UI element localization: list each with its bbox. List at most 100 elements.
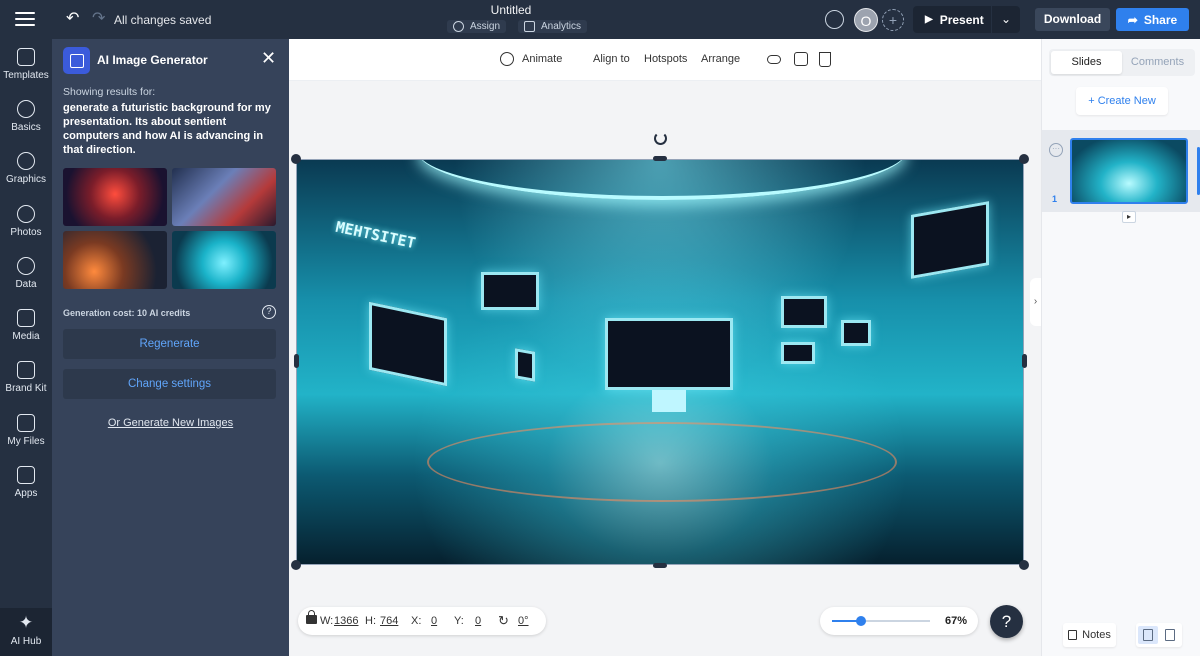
generate-new-images-link[interactable]: Or Generate New Images (52, 417, 289, 429)
analytics-button[interactable]: Analytics (518, 20, 588, 33)
help-icon[interactable]: ? (262, 305, 276, 319)
rotation-icon: ↻ (498, 613, 509, 628)
add-collaborator-icon[interactable]: + (882, 9, 904, 31)
rail-item-my-files[interactable]: My Files (0, 414, 52, 447)
monitor-left-small (515, 348, 535, 382)
animate-button[interactable]: Animate (522, 53, 562, 65)
assign-label: Assign (470, 21, 501, 32)
help-button[interactable]: ? (990, 605, 1023, 638)
rail-label: Apps (14, 488, 38, 499)
regenerate-button[interactable]: Regenerate (63, 329, 276, 359)
resize-handle-bottom-left[interactable] (291, 560, 301, 570)
panel-title: AI Image Generator (97, 53, 208, 67)
wall-text: MEHTSITET (334, 217, 418, 253)
x-field[interactable]: 0 (431, 615, 437, 627)
data-icon (17, 257, 35, 275)
slide-list-item[interactable]: ··· 1 (1042, 130, 1200, 212)
tab-slides[interactable]: Slides (1051, 51, 1122, 74)
rotation-field[interactable]: 0° (518, 615, 529, 627)
rotate-icon[interactable] (654, 132, 667, 145)
result-thumbnail[interactable] (63, 231, 167, 289)
slide-thumbnail[interactable] (1070, 138, 1188, 204)
rail-item-basics[interactable]: Basics (0, 100, 52, 133)
animate-icon (500, 52, 514, 66)
rail-item-apps[interactable]: Apps (0, 466, 52, 499)
document-links: Assign Analytics (447, 20, 588, 33)
y-field[interactable]: 0 (475, 615, 481, 627)
present-button[interactable]: ▶ Present (913, 6, 991, 33)
height-field[interactable]: 764 (380, 615, 398, 627)
align-to-button[interactable]: Align to (593, 53, 630, 65)
resize-handle-top-left[interactable] (291, 154, 301, 164)
rail-label: AI Hub (10, 636, 42, 647)
assign-button[interactable]: Assign (447, 20, 507, 33)
lock-icon[interactable] (306, 610, 317, 624)
present-label: Present (939, 12, 984, 27)
rail-item-graphics[interactable]: Graphics (0, 152, 52, 185)
play-icon: ▶ (925, 14, 933, 25)
rail-item-ai-hub[interactable]: ✦ AI Hub (0, 608, 52, 656)
assign-icon (453, 21, 464, 32)
create-new-slide-button[interactable]: + Create New (1076, 87, 1168, 115)
rail-item-brand-kit[interactable]: Brand Kit (0, 361, 52, 394)
left-rail: Templates Basics Graphics Photos Data Me… (0, 39, 52, 656)
arrange-button[interactable]: Arrange (701, 53, 740, 65)
zoom-slider-knob[interactable] (856, 616, 866, 626)
comment-icon[interactable] (825, 10, 844, 29)
resize-handle-right[interactable] (1022, 354, 1027, 368)
width-field[interactable]: 1366 (334, 615, 358, 627)
rail-label: Photos (10, 227, 42, 238)
share-button[interactable]: ➦ Share (1116, 8, 1189, 31)
transition-icon[interactable]: ▸ (1122, 211, 1136, 223)
notes-button[interactable]: Notes (1063, 623, 1116, 647)
hotspots-button[interactable]: Hotspots (644, 53, 687, 65)
rail-label: Basics (11, 122, 41, 133)
y-label: Y: (454, 615, 464, 627)
share-arrow-icon: ➦ (1127, 12, 1138, 27)
resize-handle-left[interactable] (294, 354, 299, 368)
resize-handle-bottom-right[interactable] (1019, 560, 1029, 570)
showing-results-label: Showing results for: (63, 86, 156, 98)
chevron-down-icon[interactable]: ⌄ (992, 6, 1020, 33)
slide-options-icon[interactable]: ··· (1049, 143, 1063, 157)
trash-icon[interactable] (819, 52, 831, 67)
rail-item-photos[interactable]: Photos (0, 205, 52, 238)
rail-label: Graphics (5, 174, 46, 185)
floor-ring (427, 422, 897, 502)
rail-item-data[interactable]: Data (0, 257, 52, 290)
result-thumbnail[interactable] (172, 231, 276, 289)
download-button[interactable]: Download (1035, 8, 1110, 31)
slides-panel: Slides Comments + Create New ··· 1 ▸ Not… (1041, 39, 1200, 656)
ai-image-generator-panel: AI Image Generator ✕ Showing results for… (52, 39, 289, 656)
top-bar: ↶ ↷ All changes saved Untitled Assign An… (0, 0, 1200, 39)
share-label: Share (1143, 12, 1178, 27)
result-thumbnail[interactable] (172, 168, 276, 226)
result-thumbnail[interactable] (63, 168, 167, 226)
ai-image-generator-icon (63, 47, 90, 74)
list-view-icon[interactable] (1160, 626, 1180, 644)
neon-arc (417, 160, 907, 200)
sparkle-icon: ✦ (18, 613, 34, 632)
tab-comments[interactable]: Comments (1122, 51, 1193, 74)
rail-item-media[interactable]: Media (0, 309, 52, 342)
basics-icon (17, 100, 35, 118)
photos-icon (17, 205, 35, 223)
slide-number: 1 (1052, 194, 1058, 204)
zoom-value[interactable]: 67% (945, 615, 967, 627)
rail-item-templates[interactable]: Templates (0, 48, 52, 81)
notes-label: Notes (1082, 629, 1111, 641)
slide-background-image[interactable]: MEHTSITET (296, 159, 1024, 565)
collapse-panel-chevron-icon[interactable]: › (1030, 278, 1041, 326)
change-settings-button[interactable]: Change settings (63, 369, 276, 399)
resize-handle-top[interactable] (653, 156, 667, 161)
zoom-slider[interactable] (832, 616, 930, 626)
close-icon[interactable]: ✕ (261, 49, 276, 67)
resize-handle-bottom[interactable] (653, 563, 667, 568)
link-icon[interactable] (767, 55, 781, 64)
monitor-left (369, 301, 447, 387)
avatar[interactable]: O (854, 8, 878, 32)
resize-handle-top-right[interactable] (1019, 154, 1029, 164)
duplicate-icon[interactable] (794, 52, 808, 66)
grid-view-icon[interactable] (1138, 626, 1158, 644)
zoom-control: 67% (820, 607, 978, 635)
